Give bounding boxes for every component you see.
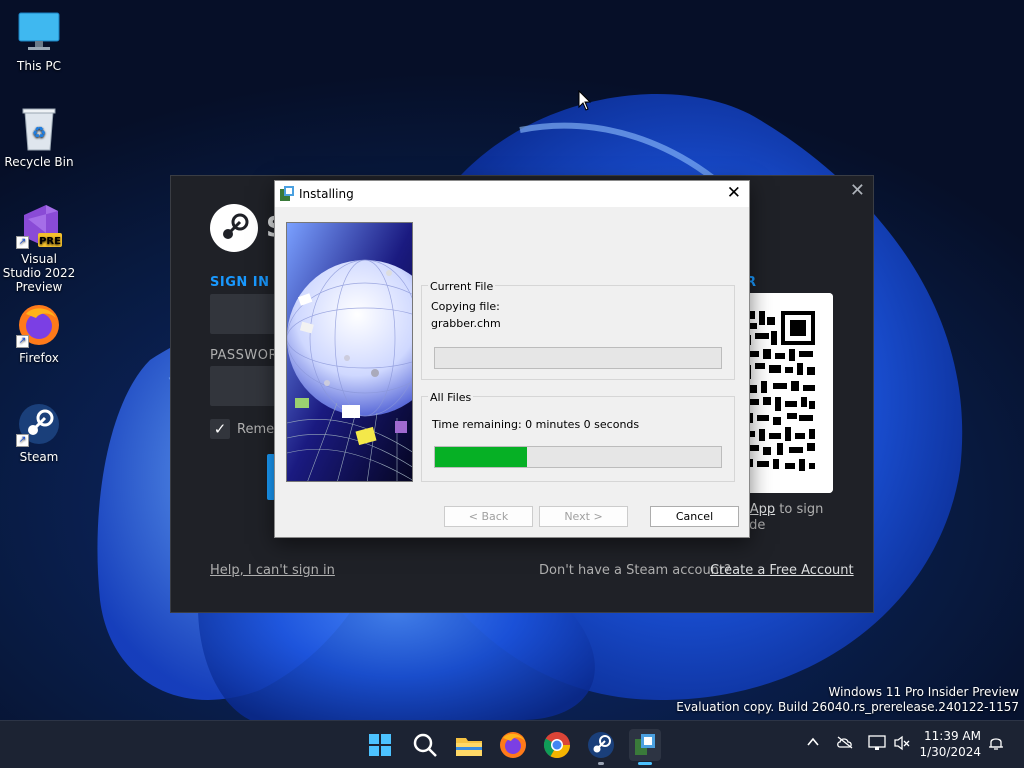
taskbar-clock[interactable]: 11:39 AM 1/30/2024 xyxy=(919,728,981,760)
desktop-icon-label: Visual Studio 2022 Preview xyxy=(2,252,76,294)
create-account-link[interactable]: Create a Free Account xyxy=(710,563,854,578)
installer-app-icon xyxy=(279,185,296,202)
desktop-icon-label: Firefox xyxy=(19,351,59,365)
desktop-icon-visual-studio[interactable]: PRE ↗ Visual Studio 2022 Preview xyxy=(2,203,76,294)
dialog-title: Installing xyxy=(299,187,354,201)
steam-logo-icon xyxy=(210,204,258,252)
desktop-icon-label: This PC xyxy=(17,59,61,73)
visual-studio-icon: PRE ↗ xyxy=(16,203,62,249)
all-files-title: All Files xyxy=(428,391,474,404)
notifications-bell-icon[interactable] xyxy=(988,735,1004,755)
watermark-line-2: Evaluation copy. Build 26040.rs_prerelea… xyxy=(676,700,1019,714)
mobile-line1-rest: to sign xyxy=(775,502,824,517)
windows-evaluation-watermark: Windows 11 Pro Insider Preview Evaluatio… xyxy=(676,685,1019,715)
start-icon[interactable] xyxy=(364,729,396,761)
installing-dialog: Installing ✕ Current File Copying file: … xyxy=(274,180,750,538)
current-file-progress-bar xyxy=(434,347,722,369)
next-button[interactable]: Next > xyxy=(539,506,628,527)
all-files-progress-bar xyxy=(434,446,722,468)
dialog-close-button[interactable]: ✕ xyxy=(727,183,741,203)
back-button[interactable]: < Back xyxy=(444,506,533,527)
mouse-pointer-icon xyxy=(578,89,592,116)
active-indicator xyxy=(638,762,652,765)
running-indicator xyxy=(598,762,604,765)
dialog-title-bar: Installing ✕ xyxy=(275,181,749,207)
steam-taskbar-icon[interactable] xyxy=(585,729,617,765)
help-cant-sign-in-link[interactable]: Help, I can't sign in xyxy=(210,563,335,578)
file-explorer-icon[interactable] xyxy=(453,729,485,761)
current-file-title: Current File xyxy=(428,280,496,293)
installer-banner-image xyxy=(286,222,413,482)
monitor-icon xyxy=(16,10,62,56)
desktop-icon-firefox[interactable]: ↗ Firefox xyxy=(2,302,76,365)
current-file-name: grabber.chm xyxy=(431,317,501,330)
desktop-icon-this-pc[interactable]: This PC xyxy=(2,10,76,73)
show-hidden-icons-chevron-icon[interactable] xyxy=(806,735,820,753)
all-files-group: All Files Time remaining: 0 minutes 0 se… xyxy=(421,391,735,482)
cancel-button[interactable]: Cancel xyxy=(650,506,739,527)
firefox-icon[interactable] xyxy=(497,729,529,761)
chrome-icon[interactable] xyxy=(541,729,573,761)
pre-badge: PRE xyxy=(39,236,61,247)
network-icon[interactable] xyxy=(868,735,886,755)
password-input[interactable] xyxy=(210,366,280,406)
watermark-line-1: Windows 11 Pro Insider Preview xyxy=(828,685,1019,699)
all-files-progress-fill xyxy=(435,447,527,467)
desktop-icon-label: Steam xyxy=(19,450,59,464)
copying-file-label: Copying file: xyxy=(431,300,500,313)
onedrive-cloud-icon[interactable] xyxy=(836,735,854,753)
installer-taskbar-icon[interactable] xyxy=(629,729,661,765)
firefox-icon: ↗ xyxy=(16,302,62,348)
steam-icon: ↗ xyxy=(16,401,62,447)
taskbar: 11:39 AM 1/30/2024 xyxy=(0,720,1024,768)
time-remaining-label: Time remaining: 0 minutes 0 seconds xyxy=(432,418,640,431)
no-account-text: Don't have a Steam account? xyxy=(539,563,731,578)
desktop-icon-label: Recycle Bin xyxy=(4,155,74,169)
shortcut-arrow-icon: ↗ xyxy=(16,434,29,447)
search-icon[interactable] xyxy=(409,729,441,761)
svg-text:♻: ♻ xyxy=(32,123,46,142)
account-name-input[interactable] xyxy=(210,294,280,334)
volume-muted-icon[interactable] xyxy=(893,735,911,755)
clock-time: 11:39 AM xyxy=(924,729,981,743)
desktop-icon-steam[interactable]: ↗ Steam xyxy=(2,401,76,464)
shortcut-arrow-icon: ↗ xyxy=(16,335,29,348)
remember-me-checkbox[interactable]: ✓ xyxy=(210,419,230,439)
recycle-bin-icon: ♻ xyxy=(16,106,62,152)
clock-date: 1/30/2024 xyxy=(919,745,981,759)
steam-close-button[interactable]: ✕ xyxy=(850,180,865,201)
desktop-icon-recycle-bin[interactable]: ♻ Recycle Bin xyxy=(2,106,76,169)
shortcut-arrow-icon: ↗ xyxy=(16,236,29,249)
current-file-group: Current File Copying file: grabber.chm xyxy=(421,280,735,380)
